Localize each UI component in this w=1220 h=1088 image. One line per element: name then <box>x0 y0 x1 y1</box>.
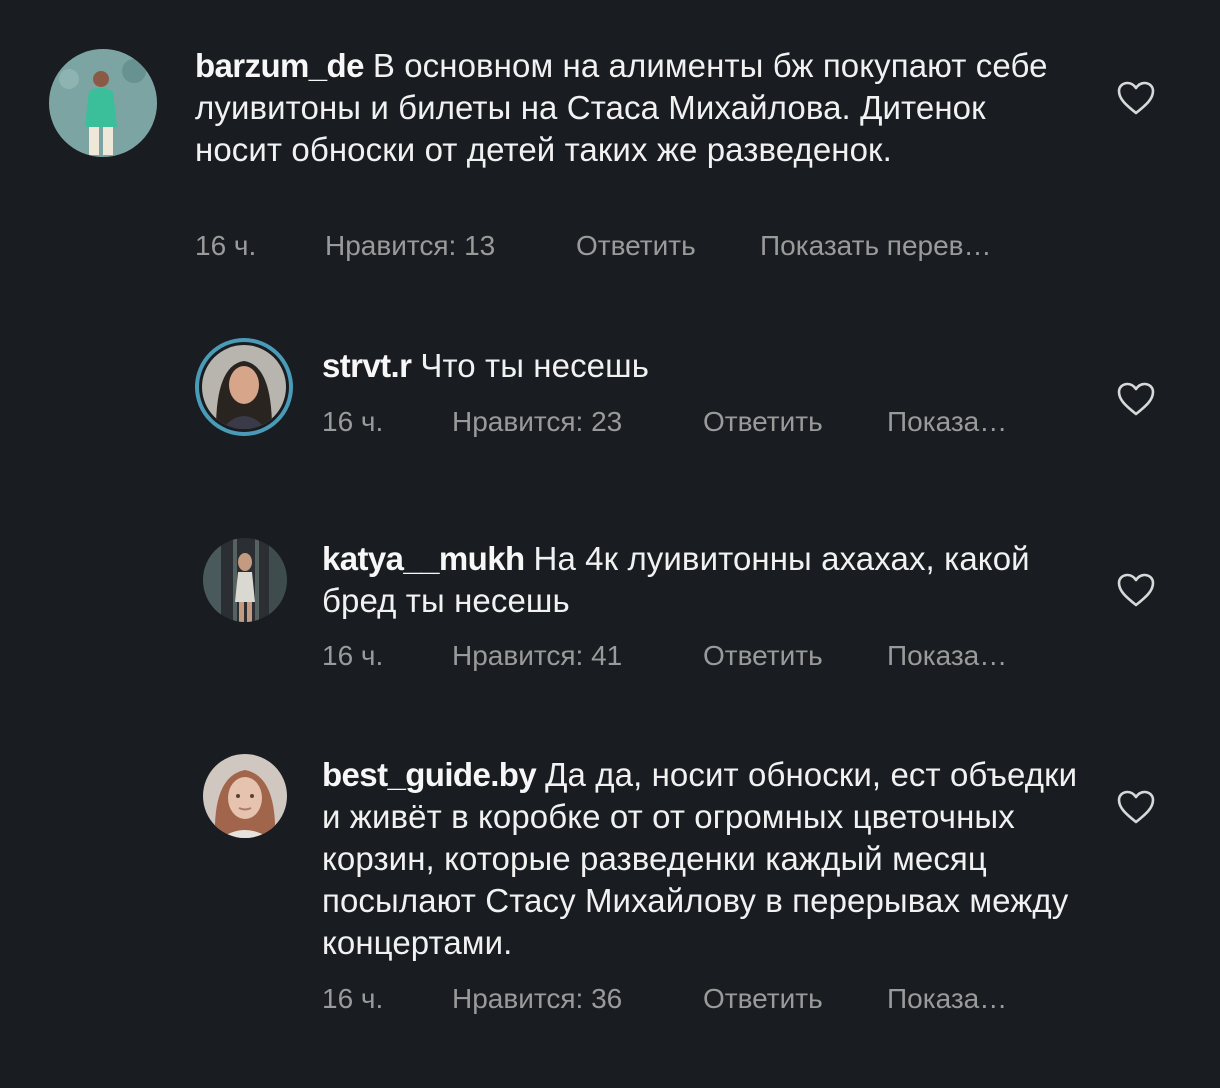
comment-time: 16 ч. <box>322 640 384 671</box>
reply-button[interactable]: Ответить <box>703 640 823 672</box>
avatar[interactable] <box>203 538 287 622</box>
comment-text: barzum_de В основном на алименты бж покуп… <box>195 45 1075 171</box>
reply-button[interactable]: Ответить <box>703 406 823 438</box>
comment-likes-count[interactable]: Нравится: 36 <box>452 983 622 1015</box>
comment-text: best_guide.by Да да, носит обноски, ест о… <box>322 754 1092 964</box>
comment-username[interactable]: best_guide.by <box>322 756 537 793</box>
reply-button[interactable]: Ответить <box>576 230 696 262</box>
comment-text: katya__mukh На 4к луивитонны ахахах, како… <box>322 538 1082 622</box>
show-translation-button[interactable]: Показа… <box>887 640 1007 672</box>
reply-button[interactable]: Ответить <box>703 983 823 1015</box>
avatar[interactable] <box>203 754 287 838</box>
heart-outline-icon[interactable] <box>1116 80 1156 116</box>
comment-likes-count[interactable]: Нравится: 41 <box>452 640 622 672</box>
comment-body: Что ты несешь <box>420 347 650 384</box>
avatar[interactable] <box>49 49 157 157</box>
heart-outline-icon[interactable] <box>1116 572 1156 608</box>
heart-outline-icon[interactable] <box>1116 381 1156 417</box>
heart-outline-icon[interactable] <box>1116 789 1156 825</box>
show-translation-button[interactable]: Показа… <box>887 406 1007 438</box>
comment-time: 16 ч. <box>322 983 384 1014</box>
comment-username[interactable]: barzum_de <box>195 47 364 84</box>
comment-username[interactable]: katya__mukh <box>322 540 525 577</box>
comment-username[interactable]: strvt.r <box>322 347 412 384</box>
avatar[interactable] <box>195 338 293 436</box>
show-translation-button[interactable]: Показа… <box>887 983 1007 1015</box>
comment-likes-count[interactable]: Нравится: 23 <box>452 406 622 438</box>
show-translation-button[interactable]: Показать перев… <box>760 230 992 262</box>
comment-text: strvt.r Что ты несешь <box>322 345 1082 387</box>
comment-time: 16 ч. <box>322 406 384 437</box>
comment-likes-count[interactable]: Нравится: 13 <box>325 230 495 262</box>
comment-time: 16 ч. <box>195 230 257 261</box>
